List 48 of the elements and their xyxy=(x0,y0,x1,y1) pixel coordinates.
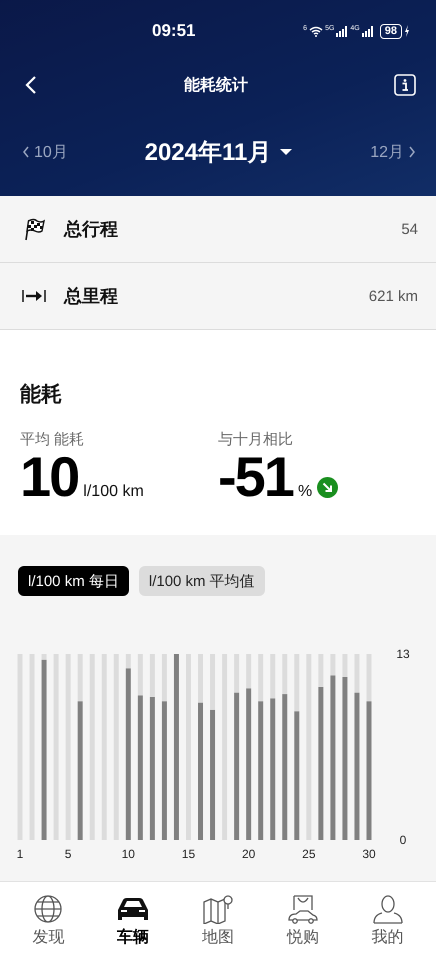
status-time: 09:51 xyxy=(152,21,196,41)
nav-tab[interactable]: 发现 xyxy=(13,894,84,948)
caret-down-icon xyxy=(279,148,294,156)
summary-label: 总里程 xyxy=(64,285,118,308)
signal-icon xyxy=(362,26,374,36)
distance-icon xyxy=(22,289,46,303)
next-month-button[interactable]: 12月 xyxy=(370,142,416,162)
x-axis-label: 25 xyxy=(302,847,316,861)
nav-tab[interactable]: 车辆 xyxy=(98,894,168,948)
x-axis-label: 5 xyxy=(64,847,72,861)
wifi-icon xyxy=(309,26,324,36)
charging-icon xyxy=(404,25,410,37)
battery-indicator: 98 xyxy=(380,24,402,38)
x-axis-label: 20 xyxy=(242,847,256,861)
x-axis-label: 15 xyxy=(182,847,196,861)
x-axis-label: 30 xyxy=(362,847,376,861)
checkered-flag-icon xyxy=(22,217,46,241)
signal-icon xyxy=(336,26,348,36)
month-selector[interactable]: 2024年11月 xyxy=(144,136,294,168)
chevron-left-icon xyxy=(22,145,30,159)
average-label: 平均 能耗 xyxy=(20,430,86,449)
chevron-right-icon xyxy=(408,145,416,159)
nav-tab[interactable]: 我的 xyxy=(352,894,423,948)
chart-tab[interactable]: l/100 km 平均值 xyxy=(138,566,265,596)
average-value: 10 xyxy=(20,449,78,505)
chart-tab[interactable]: l/100 km 每日 xyxy=(18,566,129,596)
car-icon xyxy=(118,898,148,920)
nav-tab[interactable]: 地图 xyxy=(182,894,253,948)
summary-value: 621 km xyxy=(368,288,418,304)
globe-icon xyxy=(34,895,62,923)
y-axis-label: 0 xyxy=(400,833,406,847)
summary-value: 54 xyxy=(401,220,418,238)
info-button[interactable] xyxy=(392,72,418,98)
page-title: 能耗统计 xyxy=(184,75,248,96)
map-pin-icon xyxy=(203,895,233,924)
x-axis-label: 1 xyxy=(16,847,24,861)
section-title: 能耗 xyxy=(20,382,63,408)
previous-month-button[interactable]: 10月 xyxy=(22,142,68,162)
comparison-label: 与十月相比 xyxy=(218,430,294,449)
comparison-unit: % xyxy=(298,483,312,501)
person-icon xyxy=(372,895,402,924)
comparison-value: -51 xyxy=(218,449,293,505)
nav-tab[interactable]: 悦购 xyxy=(268,894,338,948)
shopping-bag-icon xyxy=(288,895,318,924)
x-axis-label: 10 xyxy=(122,847,135,861)
y-axis-label: 13 xyxy=(396,647,410,661)
average-unit: l/100 km xyxy=(83,483,144,501)
summary-label: 总行程 xyxy=(64,218,118,241)
